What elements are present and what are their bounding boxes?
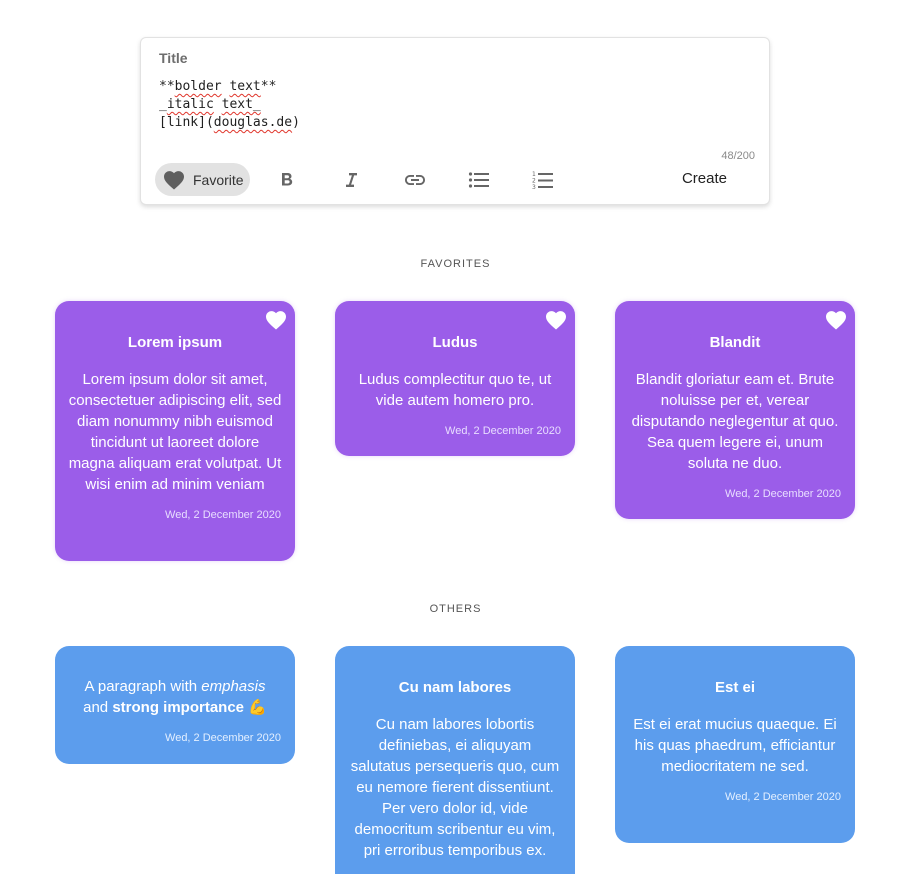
heart-icon (164, 170, 184, 190)
note-date: Wed, 2 December 2020 (725, 791, 841, 803)
note-strong: strong importance (112, 699, 245, 716)
note-title: Est ei (714, 679, 756, 696)
link-button[interactable] (401, 166, 429, 194)
note-date: Wed, 2 December 2020 (445, 425, 561, 437)
heart-icon[interactable] (545, 310, 567, 330)
others-section-title: OTHERS (429, 603, 482, 615)
note-title: Lorem ipsum (127, 334, 223, 351)
note-body-textarea[interactable]: **bolder text** _italic text_ [link](dou… (159, 78, 749, 138)
note-date: Wed, 2 December 2020 (165, 509, 281, 521)
note-card[interactable]: Est ei Est ei erat mucius quaeque. Ei hi… (615, 646, 855, 843)
md-token: ** (159, 79, 175, 94)
note-body: Lorem ipsum dolor sit amet, consectetuer… (68, 371, 282, 493)
md-space (214, 97, 222, 112)
note-body: A paragraph with emphasis and strong impo… (67, 676, 283, 718)
title-field[interactable]: Title (159, 50, 188, 66)
note-title: Blandit (709, 334, 761, 351)
md-word: bolder (174, 79, 222, 94)
italic-button[interactable] (337, 166, 365, 194)
favorite-toggle-button[interactable]: Favorite (155, 163, 250, 196)
note-body: Ludus complectitur quo te, ut vide autem… (358, 371, 552, 409)
svg-text:3: 3 (532, 184, 536, 190)
md-token: ** (260, 79, 277, 94)
md-word: text (229, 79, 261, 94)
note-body-text: and (83, 699, 113, 716)
note-date: Wed, 2 December 2020 (725, 488, 841, 500)
favorite-note-card[interactable]: Ludus Ludus complectitur quo te, ut vide… (335, 301, 575, 456)
favorite-note-card[interactable]: Lorem ipsum Lorem ipsum dolor sit amet, … (55, 301, 295, 561)
note-card[interactable]: A paragraph with emphasis and strong impo… (55, 646, 295, 764)
md-token: _ (159, 97, 167, 112)
create-button[interactable]: Create (682, 170, 727, 187)
bulleted-list-button[interactable] (465, 166, 493, 194)
heart-icon[interactable] (825, 310, 847, 330)
editor-toolbar: Favorite 1 2 3 Create (155, 163, 757, 196)
favorites-section-title: FAVORITES (420, 258, 491, 270)
link-icon (405, 175, 425, 185)
md-word: text_ (221, 97, 261, 112)
flexed-biceps-emoji: 💪 (248, 699, 267, 716)
md-word: italic (166, 97, 214, 112)
italic-icon (346, 173, 357, 187)
note-body: Cu nam labores lobortis definiebas, ei a… (350, 716, 560, 859)
favorite-label: Favorite (193, 171, 244, 188)
note-body: Est ei erat mucius quaeque. Ei his quas … (633, 716, 837, 775)
md-token: [link]( (159, 115, 214, 130)
note-title: Ludus (432, 334, 478, 351)
md-word: douglas.de (213, 115, 293, 130)
note-body: Blandit gloriatur eam et. Brute noluisse… (631, 371, 839, 472)
bulleted-list-icon (468, 172, 489, 188)
character-counter: 48/200 (721, 150, 755, 162)
heart-icon[interactable] (265, 310, 287, 330)
numbered-list-button[interactable]: 1 2 3 (529, 166, 557, 194)
note-title: Cu nam labores (398, 679, 512, 696)
note-date: Wed, 2 December 2020 (165, 732, 281, 744)
note-emphasis: emphasis (201, 678, 266, 695)
note-editor: Title **bolder text** _italic text_ [lin… (140, 37, 770, 205)
bold-button[interactable] (273, 166, 301, 194)
note-card[interactable]: Cu nam labores Cu nam labores lobortis d… (335, 646, 575, 874)
note-body-text: A paragraph with (84, 678, 202, 695)
favorite-note-card[interactable]: Blandit Blandit gloriatur eam et. Brute … (615, 301, 855, 519)
bold-icon (282, 173, 293, 186)
numbered-list-icon: 1 2 3 (532, 171, 553, 190)
md-token: ) (292, 115, 300, 130)
